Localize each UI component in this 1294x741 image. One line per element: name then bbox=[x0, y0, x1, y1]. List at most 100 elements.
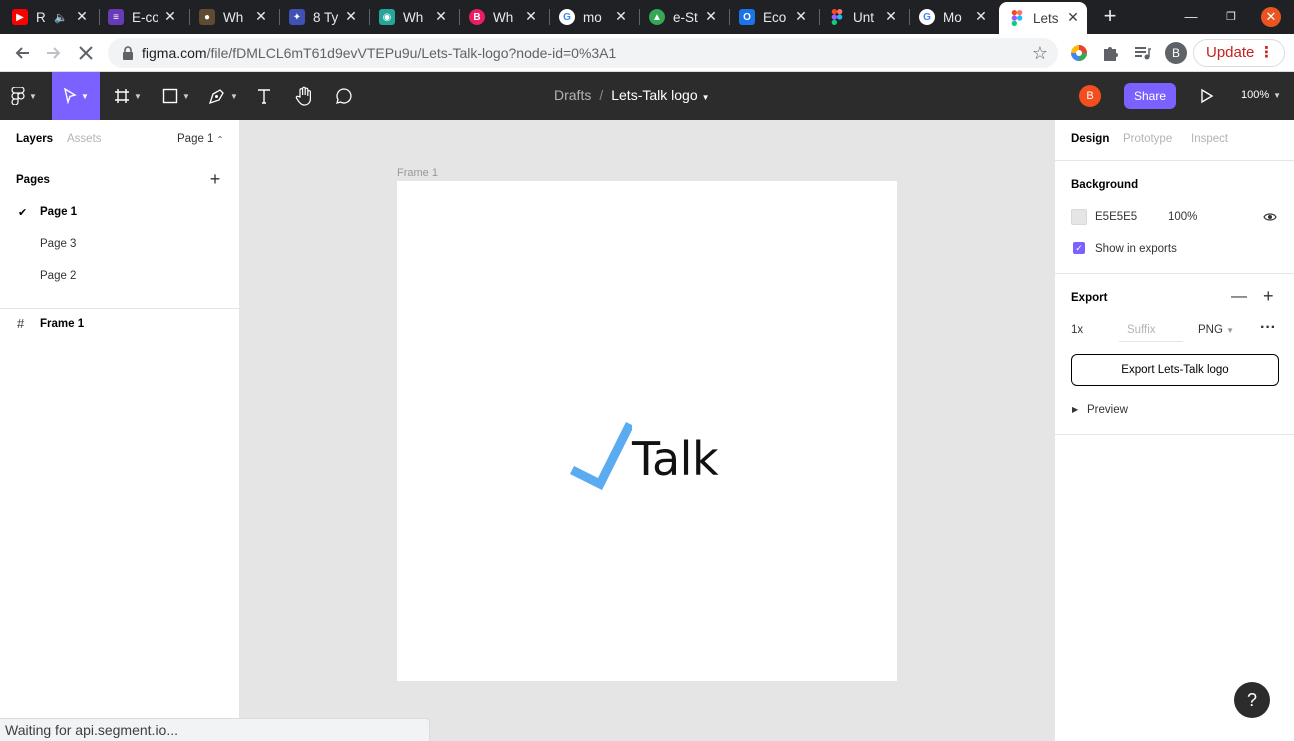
add-export-button[interactable]: + bbox=[1263, 286, 1274, 307]
file-name[interactable]: Lets-Talk logo bbox=[611, 87, 697, 103]
background-hex-input[interactable]: E5E5E5 bbox=[1095, 211, 1137, 223]
close-tab-icon[interactable]: ✕ bbox=[74, 8, 90, 24]
tab-separator bbox=[819, 9, 820, 25]
media-queue-icon[interactable] bbox=[1132, 43, 1152, 63]
close-tab-icon[interactable]: ✕ bbox=[523, 8, 539, 24]
url-host: figma.com bbox=[142, 45, 207, 61]
main-menu-button[interactable]: ▼ bbox=[4, 72, 44, 120]
page-selector[interactable]: Page 1 ⌃ bbox=[177, 133, 223, 145]
tab-prototype[interactable]: Prototype bbox=[1123, 133, 1172, 145]
update-button[interactable]: Update ⋮ bbox=[1193, 39, 1285, 67]
preview-toggle[interactable]: Preview bbox=[1087, 404, 1128, 416]
add-page-button[interactable]: + bbox=[207, 170, 223, 188]
figure-icon: ✦ bbox=[289, 9, 305, 25]
back-arrow-icon[interactable] bbox=[10, 41, 34, 65]
background-opacity-input[interactable]: 100% bbox=[1168, 211, 1197, 223]
browser-tab-active[interactable]: Lets ✕ bbox=[999, 2, 1087, 34]
logo-group[interactable]: Talk bbox=[570, 418, 720, 490]
browser-tab[interactable]: ● Wh ✕ bbox=[193, 4, 275, 30]
zoom-menu[interactable]: 100% ▼ bbox=[1241, 89, 1281, 101]
minimize-window-button[interactable]: — bbox=[1180, 6, 1202, 28]
export-suffix-input[interactable]: Suffix bbox=[1119, 320, 1183, 342]
share-button[interactable]: Share bbox=[1124, 83, 1176, 109]
tab-inspect[interactable]: Inspect bbox=[1191, 133, 1228, 145]
tab-assets[interactable]: Assets bbox=[67, 133, 102, 145]
browser-tab[interactable]: B Wh ✕ bbox=[463, 4, 545, 30]
remove-export-button[interactable]: — bbox=[1231, 288, 1247, 306]
stop-loading-icon[interactable] bbox=[74, 41, 98, 65]
close-tab-icon[interactable]: ✕ bbox=[793, 8, 809, 24]
browser-tab[interactable]: ▶ R 🔈 ✕ bbox=[12, 4, 96, 30]
export-scale-select[interactable]: 1x bbox=[1071, 324, 1083, 336]
hand-icon bbox=[295, 86, 311, 106]
hand-tool-button[interactable] bbox=[289, 72, 319, 120]
browser-tab[interactable]: ◉ Wh ✕ bbox=[373, 4, 455, 30]
chevron-down-icon[interactable]: ▼ bbox=[702, 93, 710, 102]
close-tab-icon[interactable]: ✕ bbox=[162, 8, 178, 24]
url-text[interactable]: figma.com/file/fDMLCL6mT61d9evVTEPu9u/Le… bbox=[142, 45, 616, 61]
google-icon: G bbox=[919, 9, 935, 25]
profile-avatar[interactable]: B bbox=[1165, 42, 1187, 64]
close-tab-icon[interactable]: ✕ bbox=[973, 8, 989, 24]
frame-tool-button[interactable]: ▼ bbox=[108, 72, 148, 120]
color-wheel-extension-icon[interactable] bbox=[1069, 43, 1089, 63]
export-button[interactable]: Export Lets-Talk logo bbox=[1071, 354, 1279, 386]
present-play-icon[interactable] bbox=[1196, 84, 1218, 108]
extensions-puzzle-icon[interactable] bbox=[1100, 43, 1120, 63]
close-tab-icon[interactable]: ✕ bbox=[613, 8, 629, 24]
browser-tab[interactable]: O Eco ✕ bbox=[733, 4, 815, 30]
shape-tool-button[interactable]: ▼ bbox=[156, 72, 196, 120]
export-format-select[interactable]: PNG ▼ bbox=[1198, 324, 1234, 336]
caret-right-icon[interactable]: ▶ bbox=[1072, 405, 1078, 414]
browser-tab[interactable]: ▲ e-St ✕ bbox=[643, 4, 725, 30]
text-tool-button[interactable] bbox=[250, 72, 278, 120]
page-item[interactable]: Page 2 bbox=[40, 270, 76, 282]
page-item[interactable]: Page 3 bbox=[40, 238, 76, 250]
browser-tab[interactable]: Unt ✕ bbox=[823, 4, 905, 30]
eye-icon: ◉ bbox=[379, 9, 395, 25]
bookmark-star-icon[interactable]: ☆ bbox=[1032, 43, 1048, 64]
browser-tab[interactable]: ✦ 8 Ty ✕ bbox=[283, 4, 365, 30]
chevron-down-icon: ▼ bbox=[1273, 91, 1282, 100]
eye-visibility-icon[interactable] bbox=[1263, 211, 1277, 223]
tab-layers[interactable]: Layers bbox=[16, 133, 53, 145]
pen-tool-button[interactable]: ▼ bbox=[202, 72, 244, 120]
page-item[interactable]: Page 1 bbox=[40, 206, 77, 218]
more-options-icon[interactable]: ··· bbox=[1260, 319, 1276, 337]
help-button[interactable]: ? bbox=[1234, 682, 1270, 718]
monkey-icon: ● bbox=[199, 9, 215, 25]
tab-separator bbox=[909, 9, 910, 25]
breadcrumb-drafts[interactable]: Drafts bbox=[554, 87, 591, 103]
layer-row[interactable]: # Frame 1 bbox=[0, 316, 240, 334]
browser-tab[interactable]: ≡ E-co ✕ bbox=[102, 4, 184, 30]
close-tab-icon[interactable]: ✕ bbox=[1065, 9, 1081, 25]
close-tab-icon[interactable]: ✕ bbox=[343, 8, 359, 24]
close-tab-icon[interactable]: ✕ bbox=[433, 8, 449, 24]
chevron-down-icon: ▼ bbox=[81, 91, 89, 101]
tab-design[interactable]: Design bbox=[1071, 133, 1109, 145]
new-tab-button[interactable]: + bbox=[1099, 5, 1121, 28]
tab-separator bbox=[639, 9, 640, 25]
forward-arrow-icon[interactable] bbox=[42, 41, 66, 65]
browser-tab[interactable]: G Mo ✕ bbox=[913, 4, 995, 30]
speaker-icon[interactable]: 🔈 bbox=[54, 11, 68, 24]
comment-bubble-icon bbox=[336, 88, 352, 104]
user-avatar[interactable]: B bbox=[1079, 85, 1101, 107]
show-in-exports-checkbox[interactable]: ✓ bbox=[1073, 242, 1085, 254]
browser-tab[interactable]: G mo ✕ bbox=[553, 4, 635, 30]
comment-tool-button[interactable] bbox=[330, 72, 358, 120]
move-tool-button[interactable]: ▼ bbox=[52, 72, 100, 120]
background-color-swatch[interactable] bbox=[1071, 209, 1087, 225]
frame-label[interactable]: Frame 1 bbox=[397, 167, 438, 179]
logo-text: Talk bbox=[632, 432, 719, 486]
left-sidebar: Layers Assets Page 1 ⌃ Pages + ✔ Page 1 … bbox=[0, 120, 240, 741]
tab-title: Wh bbox=[493, 9, 514, 25]
close-tab-icon[interactable]: ✕ bbox=[883, 8, 899, 24]
chevron-down-icon: ▼ bbox=[29, 91, 37, 101]
close-tab-icon[interactable]: ✕ bbox=[253, 8, 269, 24]
omnibox[interactable]: figma.com/file/fDMLCL6mT61d9evVTEPu9u/Le… bbox=[108, 38, 1058, 68]
chevron-down-icon: ▼ bbox=[1226, 326, 1235, 335]
restore-window-button[interactable]: ❐ bbox=[1220, 6, 1242, 28]
close-tab-icon[interactable]: ✕ bbox=[703, 8, 719, 24]
close-window-button[interactable]: ✕ bbox=[1261, 7, 1281, 27]
